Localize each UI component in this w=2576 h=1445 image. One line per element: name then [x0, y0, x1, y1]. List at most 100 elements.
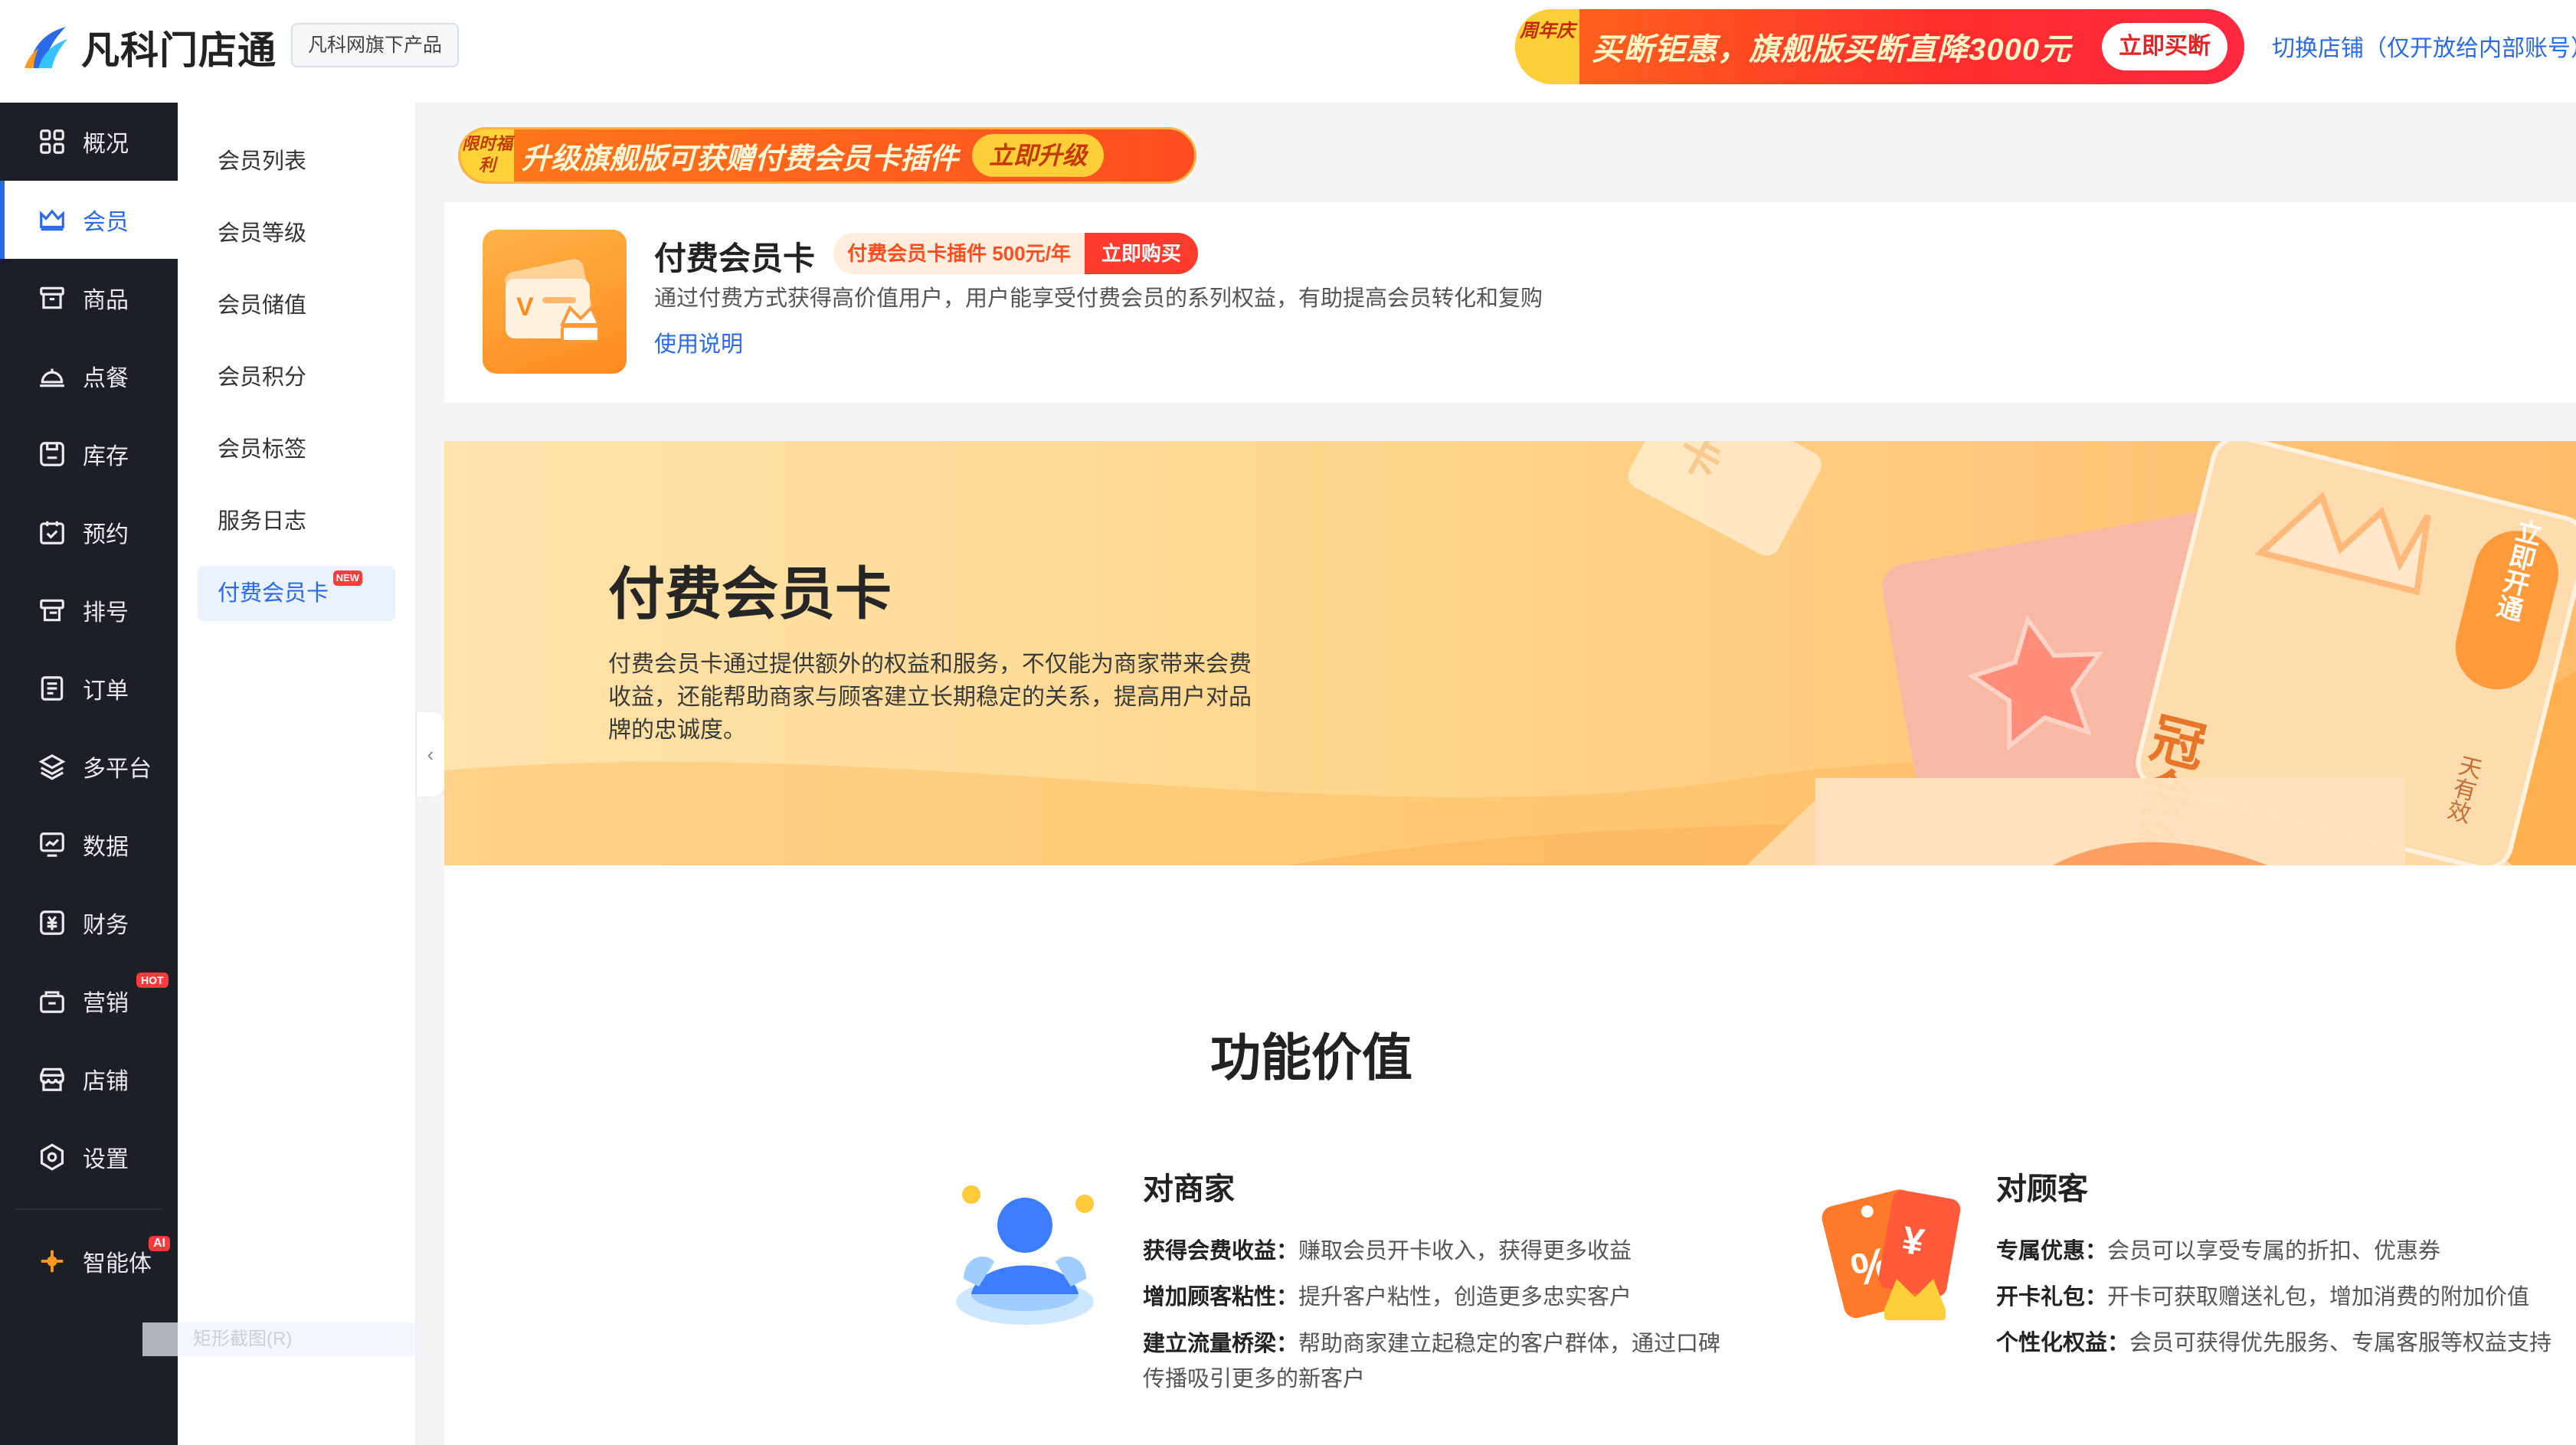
- line-key: 增加顾客粘性：: [1143, 1285, 1299, 1309]
- plugin-info-card: V 付费会员卡 付费会员卡插件 500元/年 立即购买 通过付费方式获得高价值用…: [444, 202, 2576, 403]
- plugin-price-tag: 付费会员卡插件 500元/年: [833, 233, 1085, 274]
- sidebar-item-shop[interactable]: 店铺: [0, 1040, 178, 1118]
- svg-text:V: V: [516, 293, 534, 322]
- brand-logo-icon: [25, 27, 67, 68]
- store-box-icon: [37, 283, 67, 313]
- sidebar-item-member[interactable]: 会员: [0, 181, 178, 259]
- promo-badge: 周年庆: [1515, 9, 1579, 84]
- finance-icon: [37, 907, 67, 938]
- sidebar-item-label: 库存: [83, 444, 129, 469]
- hot-badge: HOT: [136, 973, 169, 988]
- upgrade-banner[interactable]: 限时福利 升级旗舰版可获赠付费会员卡插件 立即升级: [458, 127, 1196, 184]
- customer-line: 专属优惠：会员可以享受专属的折扣、优惠券: [1996, 1228, 2551, 1274]
- limited-offer-badge: 限时福利: [460, 129, 514, 181]
- sidebar-item-multiplatform[interactable]: 多平台: [0, 727, 178, 806]
- promo-badge-text: 周年庆: [1520, 21, 1575, 41]
- buyout-button[interactable]: 立即买断: [2102, 23, 2227, 70]
- merchant-value-block: 对商家 获得会费收益：赚取会员开卡收入，获得更多收益 增加顾客粘性：提升客户粘性…: [1143, 1164, 1725, 1397]
- plugin-description: 通过付费方式获得高价值用户，用户能享受付费会员的系列权益，有助提高会员转化和复购: [654, 286, 1543, 311]
- sidebar-item-label: 设置: [83, 1147, 129, 1172]
- sidebar-item-label: 财务: [83, 913, 129, 938]
- customer-title: 对顾客: [1996, 1172, 2088, 1206]
- switch-store-link[interactable]: 切换店铺（仅开放给内部账号）: [2272, 29, 2576, 63]
- upgrade-now-button[interactable]: 立即升级: [972, 134, 1105, 177]
- sub-brand-label: 凡科网旗下产品: [291, 23, 460, 67]
- settings-icon: [37, 1142, 67, 1172]
- sidebar-item-settings[interactable]: 设置: [0, 1118, 178, 1196]
- top-bar: 凡科门店通 凡科网旗下产品 周年庆 买断钜惠，旗舰版买断直降3000元 立即买断…: [0, 0, 2576, 103]
- submenu-paid-member-card[interactable]: 付费会员卡 NEW: [198, 566, 395, 621]
- chart-icon: [37, 829, 67, 860]
- line-value: 赚取会员开卡收入，获得更多收益: [1298, 1239, 1632, 1264]
- submenu-member-list[interactable]: 会员列表: [178, 126, 415, 198]
- layers-icon: [37, 751, 67, 782]
- hero-title: 付费会员卡: [608, 562, 892, 626]
- plugin-title: 付费会员卡: [654, 240, 816, 276]
- customer-line: 开卡礼包：开卡可获取赠送礼包，增加消费的附加价值: [1996, 1274, 2551, 1320]
- sidebar-item-label: 店铺: [83, 1069, 129, 1094]
- customer-line: 个性化权益：会员可获得优先服务、专属客服等权益支持: [1996, 1320, 2551, 1366]
- sidebar-item-orders[interactable]: 订单: [0, 649, 178, 727]
- sidebar-item-goods[interactable]: 商品: [0, 259, 178, 337]
- crown-icon: [37, 204, 67, 235]
- ai-badge: AI: [149, 1236, 170, 1251]
- screenshot-tool-tooltip: 矩形截图(R): [142, 1322, 418, 1356]
- sidebar-divider: [15, 1208, 162, 1210]
- line-value: 提升客户粘性，创造更多忠实客户: [1298, 1285, 1632, 1309]
- merchant-illustration: [956, 1185, 1094, 1325]
- hero-banner: 卡 立即开通 冠会员 天有效 付费会员卡 付费会员卡通过提供额外的权益和服务，不…: [444, 441, 2576, 865]
- line-value: 会员可获得优先服务、专属客服等权益支持: [2129, 1331, 2552, 1355]
- new-badge: NEW: [332, 570, 363, 586]
- sidebar-item-queue[interactable]: 排号: [0, 571, 178, 649]
- line-key: 建立流量桥梁：: [1143, 1332, 1299, 1356]
- usage-guide-link[interactable]: 使用说明: [654, 326, 743, 358]
- line-value: 会员可以享受专属的折扣、优惠券: [2107, 1239, 2441, 1264]
- sidebar-item-label: 数据: [83, 835, 129, 860]
- sidebar-item-label: 多平台: [83, 757, 152, 782]
- submenu-paid-member-card-label: 付费会员卡: [218, 581, 329, 606]
- sidebar-item-inventory[interactable]: 库存: [0, 415, 178, 493]
- merchant-line: 获得会费收益：赚取会员开卡收入，获得更多收益: [1143, 1228, 1725, 1274]
- line-key: 获得会费收益：: [1143, 1239, 1299, 1264]
- merchant-line: 建立流量桥梁：帮助商家建立起稳定的客户群体，通过口碑传播吸引更多的新客户: [1143, 1326, 1725, 1397]
- sidebar-item-label: 商品: [83, 288, 129, 313]
- shop-icon: [37, 1064, 67, 1094]
- customer-value-block: 对顾客 专属优惠：会员可以享受专属的折扣、优惠券 开卡礼包：开卡可获取赠送礼包，…: [1996, 1164, 2551, 1366]
- submenu-member-tags[interactable]: 会员标签: [178, 414, 415, 485]
- submenu-member-level[interactable]: 会员等级: [178, 198, 415, 270]
- submenu-service-log[interactable]: 服务日志: [178, 485, 415, 557]
- line-key: 开卡礼包：: [1996, 1285, 2108, 1309]
- sidebar-item-label: 概况: [83, 132, 129, 157]
- submenu-member-stored-value[interactable]: 会员储值: [178, 270, 415, 342]
- merchant-title: 对商家: [1143, 1172, 1235, 1206]
- chevron-left-icon: ‹: [427, 743, 434, 766]
- sidebar-item-overview[interactable]: 概况: [0, 103, 178, 181]
- upgrade-banner-text: 升级旗舰版可获赠付费会员卡插件: [522, 142, 959, 175]
- sidebar-item-booking[interactable]: 预约: [0, 493, 178, 571]
- collapse-submenu-button[interactable]: ‹: [417, 712, 444, 796]
- sidebar-item-label: 订单: [83, 678, 129, 704]
- customer-illustration: % ¥: [1822, 1189, 1961, 1320]
- promo-banner[interactable]: 周年庆 买断钜惠，旗舰版买断直降3000元 立即买断: [1515, 9, 2244, 84]
- marketing-icon: [37, 986, 67, 1016]
- promo-text: 买断钜惠，旗舰版买断直降3000元: [1592, 33, 2071, 67]
- submenu-member-points[interactable]: 会员积分: [178, 342, 415, 414]
- merchant-line: 增加顾客粘性：提升客户粘性，创造更多忠实客户: [1143, 1274, 1725, 1320]
- buy-now-button[interactable]: 立即购买: [1084, 233, 1198, 274]
- sidebar-item-label: 会员: [83, 210, 129, 235]
- sidebar-item-finance[interactable]: 财务: [0, 884, 178, 962]
- line-value: 开卡可获取赠送礼包，增加消费的附加价值: [2107, 1285, 2530, 1309]
- sidebar-item-label: 预约: [83, 522, 129, 548]
- sidebar-item-marketing[interactable]: 营销 HOT: [0, 962, 178, 1040]
- grid-icon: [37, 126, 67, 157]
- line-key: 个性化权益：: [1996, 1331, 2130, 1355]
- sidebar-item-ordering[interactable]: 点餐: [0, 337, 178, 415]
- sidebar-item-agent[interactable]: 智能体 AI: [0, 1222, 178, 1300]
- section-title: 功能价值: [1210, 1029, 1412, 1086]
- brand-logo[interactable]: 凡科门店通: [23, 20, 277, 75]
- hero-description: 付费会员卡通过提供额外的权益和服务，不仅能为商家带来会费收益，还能帮助商家与顾客…: [608, 652, 1252, 743]
- brand-name: 凡科门店通: [81, 29, 277, 72]
- main-sidebar: 概况 会员 商品 点餐 库存 预约 排号 订单 多平台 数据 财务 营销 HOT…: [0, 103, 178, 1445]
- sidebar-item-label: 点餐: [83, 366, 129, 391]
- sidebar-item-data[interactable]: 数据: [0, 806, 178, 884]
